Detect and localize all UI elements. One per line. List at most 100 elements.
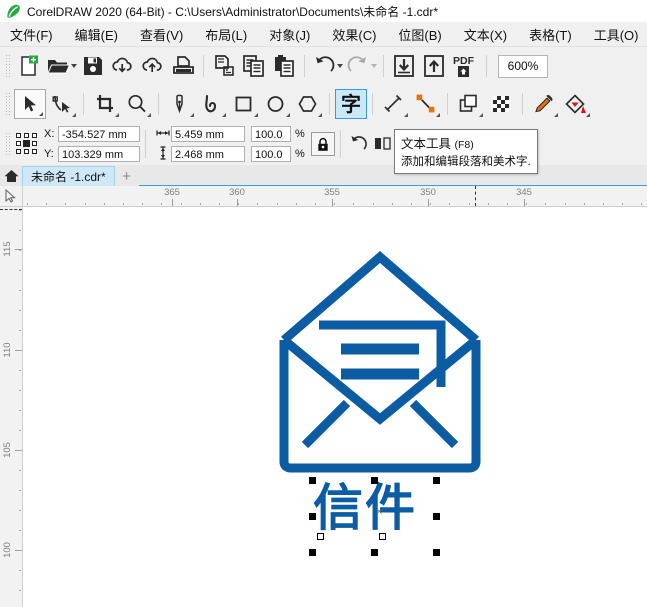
toolbar-drag-grip[interactable]	[4, 53, 11, 79]
tool-pick[interactable]	[14, 89, 46, 119]
text-object[interactable]: 信件	[313, 479, 433, 541]
lock-ratio-icon[interactable]	[311, 132, 335, 156]
scale-y-input[interactable]: 100.0	[251, 146, 291, 162]
scale-x-input[interactable]: 100.0	[251, 126, 291, 142]
tool-artistic-media[interactable]	[196, 89, 228, 119]
hruler-major-tick	[428, 199, 429, 206]
menu-bitmap[interactable]: 位图(B)	[398, 25, 441, 44]
import-button[interactable]	[389, 51, 419, 81]
flyout-arrow-icon[interactable]	[190, 113, 194, 117]
hruler-minor-tick	[104, 203, 105, 205]
flyout-arrow-icon[interactable]	[436, 113, 440, 117]
handle-middle-left[interactable]	[309, 513, 316, 520]
flyout-arrow-icon[interactable]	[115, 113, 119, 117]
toolbar-separator-2	[304, 55, 305, 77]
flyout-arrow-icon[interactable]	[254, 113, 258, 117]
copy-button[interactable]	[239, 51, 269, 81]
open-dropdown-caret[interactable]	[70, 64, 77, 68]
object-origin-handles-icon[interactable]	[16, 133, 38, 155]
horizontal-ruler[interactable]: 365 360 355 350 345	[23, 186, 647, 206]
hruler-minor-tick	[161, 203, 162, 205]
drawing-canvas[interactable]: 信件 ×	[23, 207, 647, 607]
menu-text[interactable]: 文本(X)	[464, 25, 507, 44]
handle-top-right[interactable]	[433, 477, 440, 484]
mirror-horizontal-button[interactable]	[372, 129, 394, 159]
cloud-download-button[interactable]	[108, 51, 138, 81]
cut-button[interactable]	[209, 51, 239, 81]
handle-bottom-right[interactable]	[433, 549, 440, 556]
coreldraw-window: CorelDRAW 2020 (64-Bit) - C:\Users\Admin…	[0, 0, 647, 607]
tool-shape[interactable]	[46, 89, 78, 119]
vruler-page-marker	[0, 209, 22, 210]
menu-effects[interactable]: 效果(C)	[332, 25, 376, 44]
redo-dropdown-caret[interactable]	[370, 64, 377, 68]
flyout-arrow-icon[interactable]	[72, 113, 76, 117]
zoom-level-input[interactable]: 600%	[498, 54, 548, 78]
tool-polygon[interactable]	[292, 89, 324, 119]
tool-rectangle[interactable]	[228, 89, 260, 119]
tool-ellipse[interactable]	[260, 89, 292, 119]
propertybar-drag-grip[interactable]	[4, 131, 11, 157]
rotate-angle-icon[interactable]	[346, 129, 372, 159]
open-document-button[interactable]	[44, 51, 78, 81]
flyout-arrow-icon[interactable]	[318, 113, 322, 117]
x-position-input[interactable]: -354.527 mm	[58, 126, 140, 142]
flyout-arrow-icon[interactable]	[479, 113, 483, 117]
handle-top-center[interactable]	[371, 477, 378, 484]
cloud-upload-button[interactable]	[138, 51, 168, 81]
new-tab-button[interactable]: +	[115, 166, 139, 186]
tool-transparency[interactable]	[485, 89, 517, 119]
save-button[interactable]	[78, 51, 108, 81]
undo-dropdown-caret[interactable]	[336, 64, 343, 68]
vruler-minor-tick	[19, 350, 21, 351]
tool-color-eyedropper[interactable]	[528, 89, 560, 119]
flyout-arrow-icon[interactable]	[404, 113, 408, 117]
new-document-button[interactable]	[14, 51, 44, 81]
redo-button[interactable]	[344, 51, 378, 81]
menu-edit[interactable]: 编辑(E)	[75, 25, 118, 44]
height-input[interactable]: 2.468 mm	[171, 146, 245, 162]
flyout-arrow-icon[interactable]	[222, 113, 226, 117]
vertical-ruler[interactable]: 115 110 105 100	[0, 207, 23, 607]
y-position-input[interactable]: 103.329 mm	[58, 146, 140, 162]
open-envelope-with-letter-icon[interactable]	[275, 247, 485, 477]
tool-freehand[interactable]	[164, 89, 196, 119]
hruler-minor-tick	[123, 203, 124, 205]
menu-object[interactable]: 对象(J)	[269, 25, 310, 44]
tool-crop[interactable]	[89, 89, 121, 119]
tool-text[interactable]: 字	[335, 89, 367, 119]
menu-layout[interactable]: 布局(L)	[205, 25, 247, 44]
hruler-minor-tick	[545, 203, 546, 205]
publish-pdf-button[interactable]: PDF	[449, 51, 481, 81]
menu-tools[interactable]: 工具(O)	[594, 25, 639, 44]
toolbox-drag-grip[interactable]	[4, 91, 11, 117]
handle-baseline-left[interactable]	[317, 533, 324, 540]
tool-zoom[interactable]	[121, 89, 153, 119]
flyout-arrow-icon[interactable]	[586, 113, 590, 117]
undo-button[interactable]	[310, 51, 344, 81]
tool-interactive-fill[interactable]	[560, 89, 592, 119]
print-button[interactable]	[168, 51, 198, 81]
handle-top-left[interactable]	[309, 477, 316, 484]
paste-button[interactable]	[269, 51, 299, 81]
flyout-arrow-icon[interactable]	[554, 113, 558, 117]
menu-file[interactable]: 文件(F)	[10, 25, 53, 44]
handle-bottom-left[interactable]	[309, 549, 316, 556]
flyout-arrow-icon[interactable]	[39, 112, 43, 116]
vruler-minor-tick	[19, 530, 21, 531]
document-tab[interactable]: 未命名 -1.cdr*	[22, 166, 115, 186]
flyout-arrow-icon[interactable]	[147, 113, 151, 117]
handle-bottom-center[interactable]	[371, 549, 378, 556]
home-icon[interactable]	[0, 165, 22, 186]
export-button[interactable]	[419, 51, 449, 81]
width-input[interactable]: 5.459 mm	[171, 126, 245, 142]
ruler-corner-origin[interactable]	[0, 186, 23, 206]
handle-baseline-right[interactable]	[379, 533, 386, 540]
tool-parallel-dimension[interactable]	[378, 89, 410, 119]
menu-table[interactable]: 表格(T)	[529, 25, 572, 44]
menu-view[interactable]: 查看(V)	[140, 25, 183, 44]
tool-drop-shadow[interactable]	[453, 89, 485, 119]
flyout-arrow-icon[interactable]	[286, 113, 290, 117]
tool-connector[interactable]	[410, 89, 442, 119]
handle-middle-right[interactable]	[433, 513, 440, 520]
